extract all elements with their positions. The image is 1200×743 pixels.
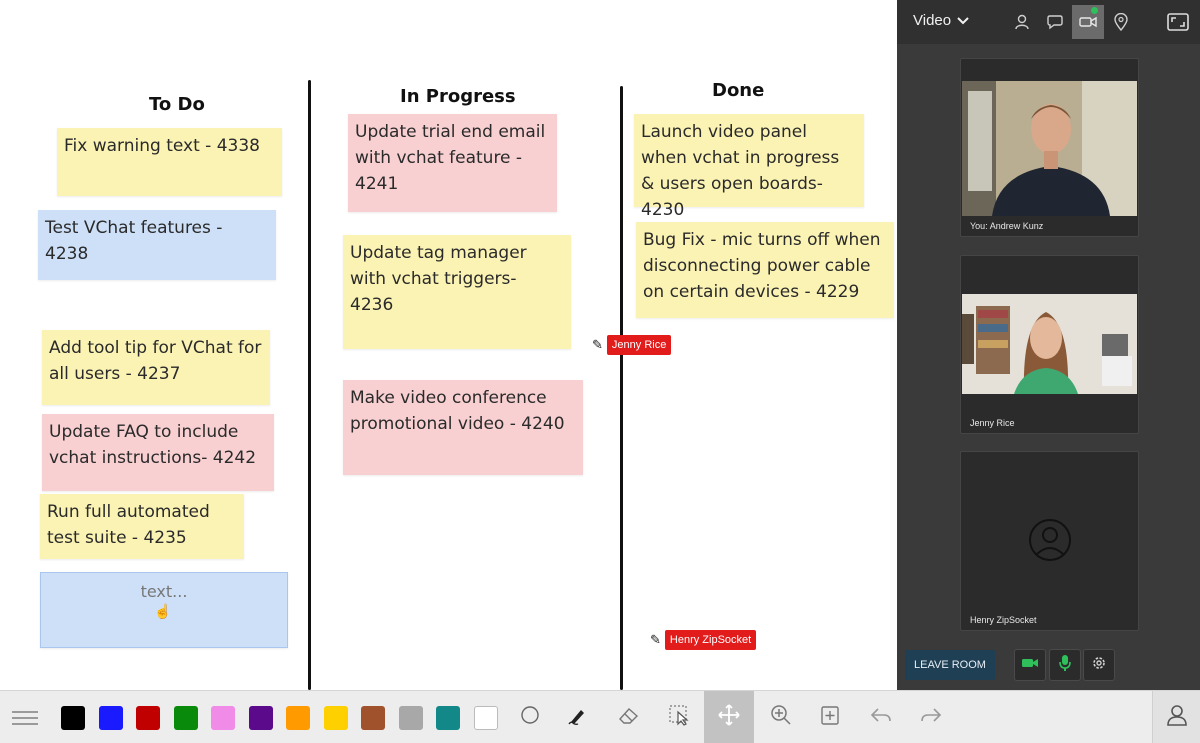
column-title-todo: To Do: [149, 94, 205, 115]
sticky-note[interactable]: Launch video panel when vchat in progres…: [634, 114, 864, 220]
eraser-tool[interactable]: [604, 691, 654, 743]
kanban-board[interactable]: To Do In Progress Done Fix warning text …: [0, 0, 897, 690]
account-button[interactable]: [1152, 691, 1200, 743]
eraser-icon: [617, 705, 641, 730]
video-dropdown[interactable]: Video: [913, 12, 969, 29]
redo-button[interactable]: [906, 691, 956, 743]
sticky-note[interactable]: Update tag manager with vchat triggers- …: [343, 235, 571, 349]
zoom-tool[interactable]: [756, 691, 806, 743]
move-tool[interactable]: [704, 691, 754, 743]
user-icon: [1165, 703, 1189, 732]
cursor-label: Henry ZipSocket: [664, 630, 757, 650]
zoom-in-icon: [770, 704, 792, 731]
participant-name: You: Andrew Kunz: [970, 221, 1044, 231]
select-cursor-icon: [668, 704, 690, 731]
video-camera-icon: [1021, 656, 1039, 674]
participant-name: Jenny Rice: [970, 418, 1015, 428]
avatar-placeholder-icon: [1028, 518, 1072, 567]
video-panel: Video You: Andrew Kunz Jenny Rice Henry …: [897, 0, 1200, 690]
microphone-toggle-button[interactable]: [1049, 649, 1081, 681]
add-image-tool[interactable]: [805, 691, 855, 743]
column-divider-2: [620, 86, 623, 690]
pen-icon: ✎: [650, 632, 661, 647]
marker-tool[interactable]: [553, 691, 603, 743]
remote-cursor-jenny: ✎ Jenny Rice: [592, 335, 672, 355]
gear-icon: [1091, 655, 1107, 676]
color-swatch[interactable]: [136, 706, 160, 730]
menu-icon[interactable]: [12, 707, 38, 729]
active-indicator: [1091, 7, 1098, 14]
color-swatch[interactable]: [361, 706, 385, 730]
participant-tile[interactable]: Henry ZipSocket: [960, 451, 1139, 631]
circle-icon: [520, 705, 540, 730]
settings-button[interactable]: [1083, 649, 1115, 681]
participant-video-feed: [962, 81, 1137, 216]
column-title-in-progress: In Progress: [400, 86, 516, 107]
pen-icon: ✎: [592, 337, 603, 352]
column-title-done: Done: [712, 80, 765, 101]
sticky-note[interactable]: Make video conference promotional video …: [343, 380, 583, 475]
color-swatch[interactable]: [436, 706, 460, 730]
sticky-note[interactable]: Test VChat features - 4238: [38, 210, 276, 280]
camera-toggle-button[interactable]: [1014, 649, 1046, 681]
sticky-note[interactable]: Bug Fix - mic turns off when disconnecti…: [636, 222, 894, 318]
color-swatch[interactable]: [211, 706, 235, 730]
select-tool[interactable]: [654, 691, 704, 743]
circle-shape-tool[interactable]: [505, 691, 555, 743]
move-arrows-icon: [717, 703, 741, 732]
hand-cursor-icon: ☝: [154, 603, 172, 619]
participant-name: Henry ZipSocket: [970, 615, 1037, 625]
participant-tile[interactable]: Jenny Rice: [960, 255, 1139, 434]
cursor-label: Jenny Rice: [606, 335, 672, 355]
color-swatch[interactable]: [98, 706, 123, 730]
video-camera-icon[interactable]: [1072, 5, 1104, 39]
location-pin-icon[interactable]: [1105, 5, 1137, 39]
sticky-note[interactable]: Add tool tip for VChat for all users - 4…: [42, 330, 270, 405]
video-dropdown-label: Video: [913, 12, 952, 29]
sticky-note[interactable]: Run full automated test suite - 4235: [40, 494, 244, 559]
whiteboard-app: To Do In Progress Done Fix warning text …: [0, 0, 1200, 743]
chat-icon[interactable]: [1039, 5, 1071, 39]
color-swatch[interactable]: [61, 706, 85, 730]
drawing-toolbar: [0, 690, 1200, 743]
expand-icon[interactable]: [1163, 5, 1193, 39]
redo-icon: [919, 706, 943, 729]
color-swatch[interactable]: [173, 706, 198, 730]
microphone-icon: [1059, 654, 1071, 677]
sticky-note[interactable]: Update FAQ to include vchat instructions…: [42, 414, 274, 491]
color-swatch[interactable]: [323, 706, 348, 730]
column-divider-1: [308, 80, 311, 690]
chevron-down-icon: [957, 12, 969, 29]
sticky-note[interactable]: Fix warning text - 4338: [57, 128, 282, 196]
participant-tile[interactable]: You: Andrew Kunz: [960, 58, 1139, 237]
color-swatch[interactable]: [248, 706, 273, 730]
remote-cursor-henry: ✎ Henry ZipSocket: [650, 630, 757, 650]
sticky-note[interactable]: Update trial end email with vchat featur…: [348, 114, 557, 212]
color-swatch[interactable]: [473, 706, 498, 730]
add-image-icon: [820, 704, 840, 731]
user-icon[interactable]: [1006, 5, 1038, 39]
marker-icon: [567, 704, 589, 731]
undo-icon: [869, 706, 893, 729]
color-swatch[interactable]: [398, 706, 423, 730]
leave-room-button[interactable]: LEAVE ROOM: [905, 650, 995, 680]
color-swatch[interactable]: [286, 706, 310, 730]
video-panel-header: Video: [897, 0, 1200, 44]
participant-video-feed: [962, 294, 1137, 394]
undo-button[interactable]: [856, 691, 906, 743]
note-placeholder-text[interactable]: text...: [141, 582, 188, 601]
